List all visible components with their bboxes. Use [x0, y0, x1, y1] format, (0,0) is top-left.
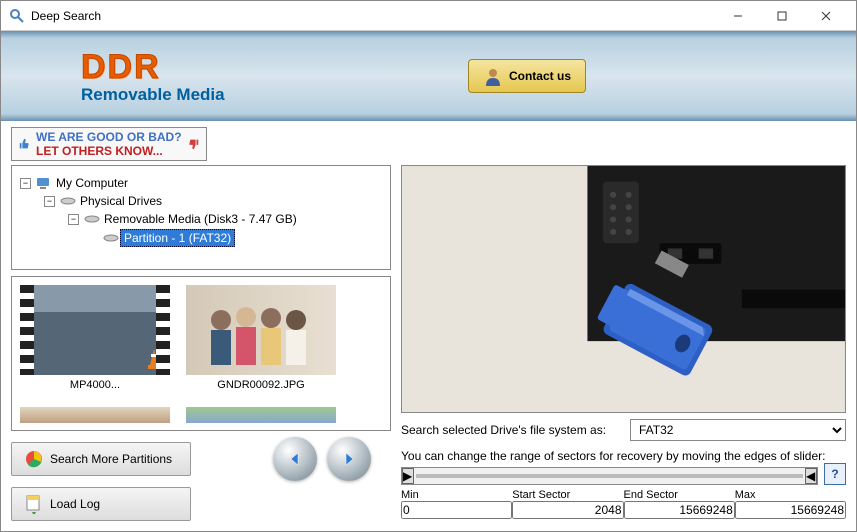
preview-image — [401, 165, 846, 413]
drive-icon — [102, 232, 120, 244]
tree-l2-label: Removable Media (Disk3 - 7.47 GB) — [101, 211, 300, 227]
prev-button[interactable] — [273, 437, 317, 481]
tree-root-label: My Computer — [53, 175, 131, 191]
drive-icon — [59, 195, 77, 207]
person-icon — [483, 66, 503, 86]
banner: DDR Removable Media Contact us — [1, 31, 856, 121]
pie-icon — [24, 449, 44, 469]
logo-subtitle: Removable Media — [81, 85, 225, 105]
collapse-icon[interactable]: − — [44, 196, 55, 207]
start-sector-label: Start Sector — [512, 489, 623, 501]
thumbnail-panel[interactable]: MP4000... GNDR00092.JPG — [11, 276, 391, 431]
feedback-line2: LET OTHERS KNOW... — [36, 144, 182, 158]
end-sector-input[interactable] — [624, 501, 735, 519]
load-log-label: Load Log — [50, 497, 100, 511]
maximize-button[interactable] — [760, 2, 804, 30]
slider-handle-right[interactable]: ◀ — [805, 468, 817, 484]
min-label: Min — [401, 489, 512, 501]
tree-l1-label: Physical Drives — [77, 193, 165, 209]
thumbs-down-icon — [186, 137, 200, 151]
filesystem-select[interactable]: FAT32 — [630, 419, 846, 441]
log-icon — [24, 494, 44, 514]
contact-us-button[interactable]: Contact us — [468, 59, 586, 93]
image-thumbnail — [186, 285, 336, 375]
collapse-icon[interactable]: − — [20, 178, 31, 189]
contact-label: Contact us — [509, 69, 571, 83]
thumbnail-item[interactable] — [20, 407, 170, 427]
tree-removable-media[interactable]: − Removable Media (Disk3 - 7.47 GB) — [20, 210, 382, 228]
sector-range-slider[interactable]: ▶ ◀ — [401, 467, 818, 485]
drive-icon — [83, 213, 101, 225]
tree-partition[interactable]: Partition - 1 (FAT32) — [20, 228, 382, 248]
tree-l3-label: Partition - 1 (FAT32) — [120, 229, 235, 247]
minimize-button[interactable] — [716, 2, 760, 30]
thumbnail-item[interactable]: GNDR00092.JPG — [186, 285, 336, 391]
max-sector-input[interactable] — [735, 501, 846, 519]
start-sector-input[interactable] — [512, 501, 623, 519]
close-button[interactable] — [804, 2, 848, 30]
thumbnail-item[interactable] — [186, 407, 336, 427]
search-more-label: Search More Partitions — [50, 452, 172, 466]
next-button[interactable] — [327, 437, 371, 481]
tree-root[interactable]: − My Computer — [20, 174, 382, 192]
computer-icon — [35, 176, 53, 190]
help-button[interactable]: ? — [824, 463, 846, 485]
app-icon — [9, 8, 25, 24]
image-thumbnail — [186, 407, 336, 423]
logo: DDR Removable Media — [81, 48, 225, 105]
thumbnail-caption: MP4000... — [70, 379, 120, 391]
feedback-banner[interactable]: WE ARE GOOD OR BAD? LET OTHERS KNOW... — [11, 127, 207, 161]
max-label: Max — [735, 489, 846, 501]
load-log-button[interactable]: Load Log — [11, 487, 191, 521]
drive-tree[interactable]: − My Computer − Physical Drives − Remova… — [11, 165, 391, 270]
filesystem-label: Search selected Drive's file system as: — [401, 423, 626, 437]
feedback-line1: WE ARE GOOD OR BAD? — [36, 130, 182, 144]
search-more-partitions-button[interactable]: Search More Partitions — [11, 442, 191, 476]
titlebar: Deep Search — [1, 1, 856, 31]
slider-hint: You can change the range of sectors for … — [401, 449, 846, 463]
thumbnail-item[interactable]: MP4000... — [20, 285, 170, 391]
slider-handle-left[interactable]: ▶ — [402, 468, 414, 484]
video-thumbnail — [20, 285, 170, 375]
logo-text: DDR — [81, 48, 225, 87]
min-sector-input[interactable] — [401, 501, 512, 519]
tree-physical-drives[interactable]: − Physical Drives — [20, 192, 382, 210]
image-thumbnail — [20, 407, 170, 423]
vlc-icon — [142, 347, 166, 371]
thumbnail-caption: GNDR00092.JPG — [217, 379, 304, 391]
collapse-icon[interactable]: − — [68, 214, 79, 225]
thumbs-up-icon — [18, 137, 32, 151]
window-title: Deep Search — [31, 9, 716, 23]
end-sector-label: End Sector — [624, 489, 735, 501]
